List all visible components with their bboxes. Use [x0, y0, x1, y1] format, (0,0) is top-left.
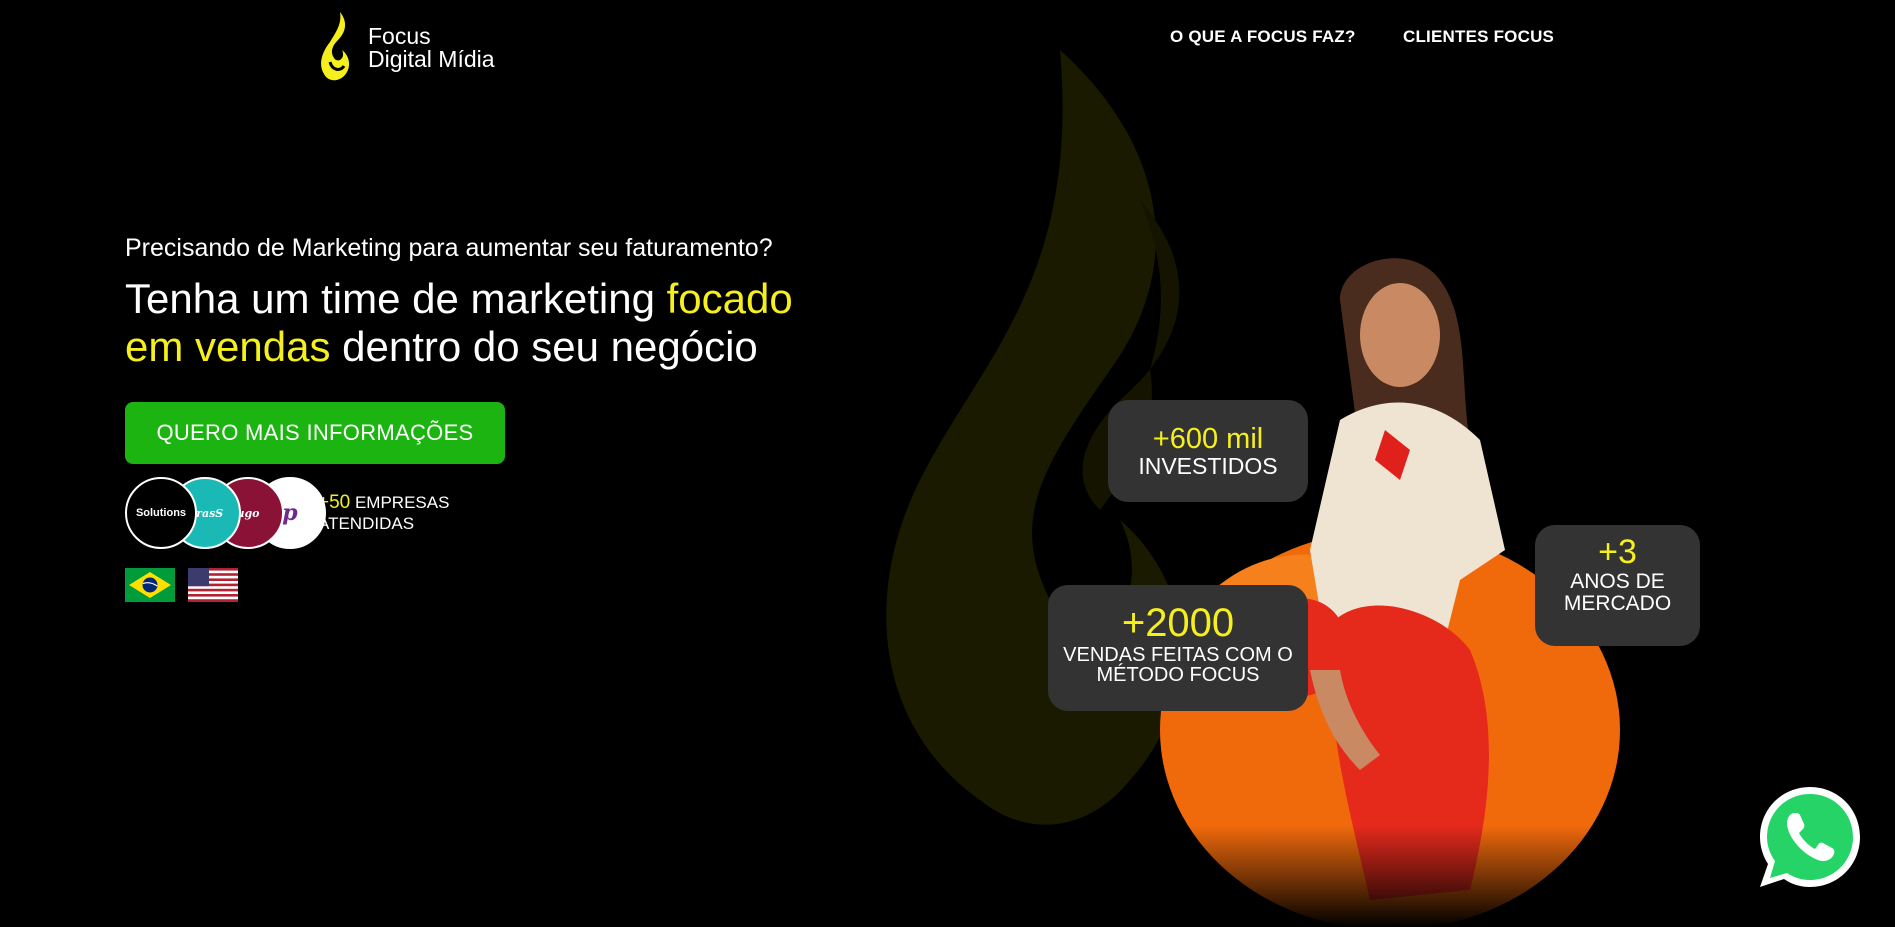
brand-name-line2: Digital Mídia: [368, 46, 495, 72]
more-info-button[interactable]: QUERO MAIS INFORMAÇÕES: [125, 402, 505, 464]
nav-link-clientes-focus[interactable]: CLIENTES FOCUS: [1403, 27, 1554, 47]
clients-label-1: EMPRESAS: [354, 493, 450, 512]
client-logo-text: p: [282, 500, 298, 526]
stat-years-value: +3: [1598, 533, 1637, 571]
hero-headline: Tenha um time de marketing focado em ven…: [125, 275, 845, 371]
brazil-flag-icon[interactable]: [125, 568, 175, 602]
hero-eyebrow: Precisando de Marketing para aumentar se…: [125, 234, 773, 262]
clients-count-text: +50 EMPRESAS ATENDIDAS: [318, 492, 449, 534]
usa-flag-icon[interactable]: [188, 568, 238, 602]
stat-invested: +600 mil INVESTIDOS: [1108, 400, 1308, 502]
stat-years: +3 ANOS DE MERCADO: [1535, 525, 1700, 646]
flame-logo-icon: [321, 12, 350, 81]
stat-sales-value: +2000: [1121, 601, 1235, 645]
whatsapp-icon[interactable]: [1756, 783, 1864, 891]
brand-name: Focus Digital Mídia: [368, 25, 495, 71]
stat-invested-value: +600 mil: [1152, 423, 1264, 455]
client-logo-text: Solutions: [135, 507, 187, 519]
headline-part1: Tenha um time de marketing: [125, 275, 667, 322]
client-logos: Solutions GrasS ugo p: [125, 477, 326, 549]
stat-sales-label: VENDAS FEITAS COM O MÉTODO FOCUS: [1063, 644, 1293, 686]
brand-logo[interactable]: Focus Digital Mídia: [318, 10, 495, 86]
nav-link-o-que-a-focus-faz[interactable]: O QUE A FOCUS FAZ?: [1170, 27, 1356, 47]
headline-part2: dentro do seu negócio: [330, 323, 758, 370]
client-logo-solutions: Solutions: [125, 477, 197, 549]
brand-name-line1: Focus: [368, 23, 431, 49]
language-switcher: [125, 568, 238, 602]
stat-sales: +2000 VENDAS FEITAS COM O MÉTODO FOCUS: [1048, 585, 1308, 711]
clients-label-2: ATENDIDAS: [318, 514, 415, 533]
stat-invested-label: INVESTIDOS: [1138, 453, 1278, 479]
stat-years-label: ANOS DE MERCADO: [1563, 570, 1672, 615]
